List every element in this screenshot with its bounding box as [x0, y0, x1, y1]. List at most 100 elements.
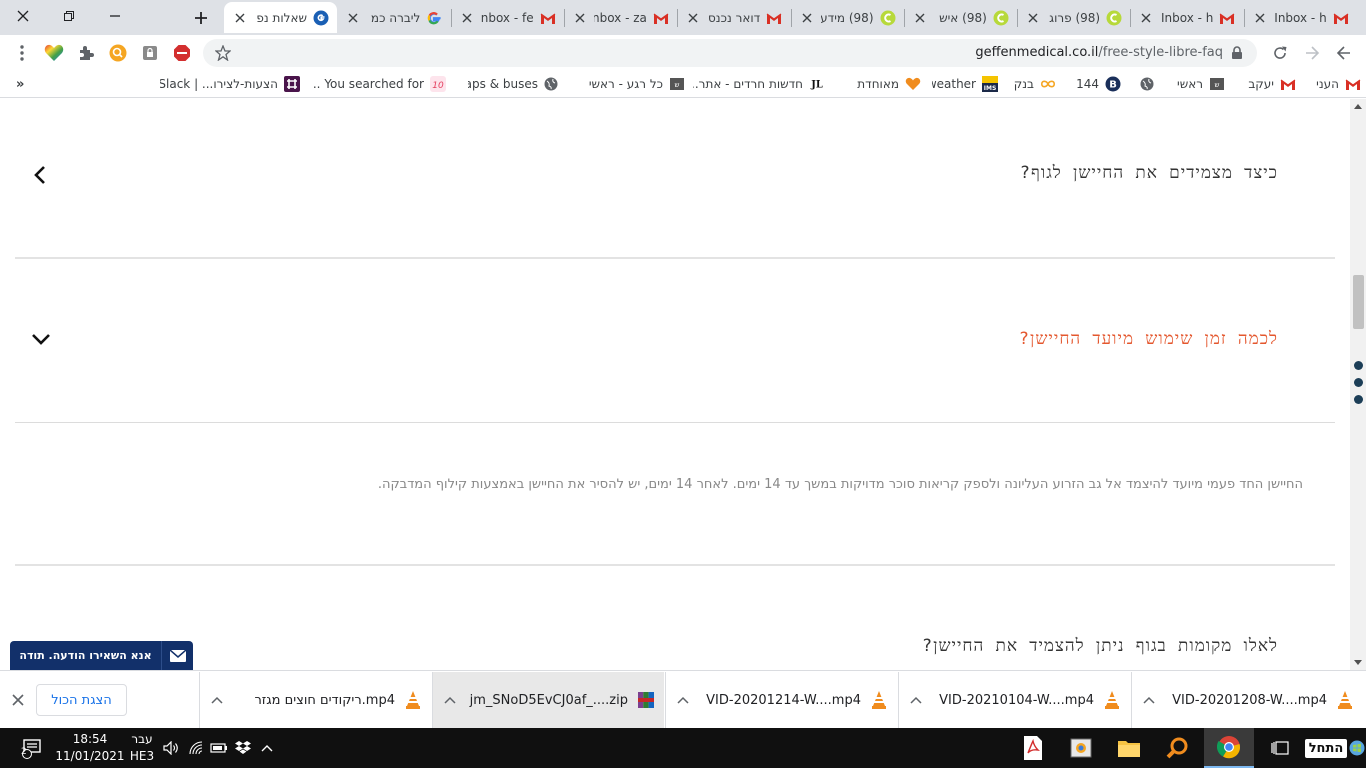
bookmark-label: חדשות חרדים - אתר... — [693, 77, 803, 91]
wifi-icon[interactable] — [185, 728, 207, 768]
browser-tab[interactable]: (98) פרוג — [1017, 2, 1130, 33]
tab-close-button[interactable] — [799, 10, 815, 26]
tab-close-button[interactable] — [459, 10, 475, 26]
start-button[interactable]: התחל — [1304, 728, 1366, 768]
browser-tab[interactable]: Inbox - h — [1130, 2, 1243, 33]
bookmark-label: בנק — [1013, 77, 1034, 91]
bookmark-item[interactable]: IMS weather — [932, 75, 998, 93]
bookmark-item[interactable]: בנק — [1012, 75, 1056, 93]
section-dot[interactable] — [1354, 395, 1363, 404]
faq-question-duration[interactable]: לכמה זמן שימוש מיועד החיישן? — [1019, 329, 1278, 349]
bookmark-item[interactable]: JL חדשות חרדים - אתר... — [693, 75, 825, 93]
tab-close-button[interactable] — [1252, 10, 1268, 26]
faq-question-locations[interactable]: לאלו מקומות בגוף ניתן להצמיד את החיישן? — [922, 636, 1278, 656]
bookmark-label: 144 — [1076, 77, 1099, 91]
tab-close-button[interactable] — [232, 10, 248, 26]
faq-question-attach[interactable]: כיצד מצמידים את החיישן לגוף? — [1020, 163, 1278, 183]
lock-extension-icon[interactable] — [140, 43, 160, 63]
task-view-icon[interactable] — [1260, 728, 1300, 768]
chevron-up-icon[interactable] — [443, 693, 457, 707]
tab-close-button[interactable] — [345, 10, 361, 26]
chevron-up-icon[interactable] — [676, 693, 690, 707]
bookmark-item[interactable]: העני — [1305, 75, 1361, 93]
bookmark-item[interactable]: יעקב — [1244, 75, 1296, 93]
chevron-down-icon[interactable] — [30, 328, 52, 350]
new-tab-button[interactable] — [188, 6, 214, 30]
tab-close-button[interactable] — [1138, 10, 1154, 26]
rainbow-heart-extension-icon[interactable] — [44, 43, 64, 63]
show-all-downloads-button[interactable]: הצגת הכול — [36, 684, 127, 716]
window-minimize-button[interactable] — [92, 0, 138, 32]
browser-tab[interactable]: Inbox - h — [1244, 2, 1357, 33]
tab-close-button[interactable] — [912, 10, 928, 26]
browser-tab[interactable]: שאלות נפ — [224, 2, 337, 33]
notification-center-button[interactable]: 2 — [14, 728, 50, 768]
bookmark-star-icon[interactable] — [213, 43, 233, 63]
bookmark-item[interactable]: ש כל רגע - ראשי — [585, 75, 685, 93]
bookmark-item[interactable]: B 144 — [1075, 75, 1121, 93]
section-dot[interactable] — [1354, 361, 1363, 370]
bookmark-item[interactable]: maps & buses — [468, 75, 558, 93]
bookmark-label: maps & buses — [468, 77, 538, 91]
chevron-up-icon[interactable] — [909, 693, 923, 707]
browser-tab[interactable]: Inbox - fe — [451, 2, 564, 33]
vlc-icon — [871, 691, 887, 709]
adblock-extension-icon[interactable] — [172, 43, 192, 63]
download-item[interactable]: VID-20210104-W....mp4 — [898, 672, 1130, 728]
download-filename: VID-20210104-W....mp4 — [939, 692, 1094, 708]
chevron-left-icon[interactable] — [30, 164, 52, 186]
close-icon — [348, 13, 358, 22]
download-item[interactable]: VID-20201208-W....mp4 — [1131, 672, 1363, 728]
window-close-button[interactable] — [0, 0, 46, 32]
browser-tab[interactable]: דואר נכנס — [677, 2, 790, 33]
battery-icon[interactable] — [208, 728, 230, 768]
section-dot[interactable] — [1354, 378, 1363, 387]
scroll-thumb[interactable] — [1353, 275, 1364, 329]
padlock-icon[interactable] — [1227, 43, 1247, 63]
dropbox-icon[interactable] — [232, 728, 254, 768]
file-explorer-icon[interactable] — [1108, 728, 1150, 768]
acrobat-icon[interactable] — [1012, 728, 1054, 768]
browser-tab[interactable]: Inbox - za — [564, 2, 677, 33]
chevron-up-icon[interactable] — [1142, 693, 1156, 707]
more-bookmarks-button[interactable]: » — [16, 75, 24, 93]
menu-kebab-icon[interactable] — [12, 43, 32, 63]
address-bar[interactable]: geffenmedical.co.il/free-style-libre-faq — [203, 39, 1257, 67]
system-clock[interactable]: 18:54 11/01/2021 — [55, 731, 125, 765]
orange-search-extension-icon[interactable] — [108, 43, 128, 63]
chat-widget[interactable]: אנא השאירו הודעה. תודה — [10, 641, 193, 670]
forward-arrow-icon[interactable] — [1302, 43, 1322, 63]
download-item[interactable]: VID-20201214-W....mp4 — [665, 672, 897, 728]
browser-tab[interactable]: ליברה כמ — [337, 2, 450, 33]
close-download-shelf-button[interactable] — [10, 692, 26, 708]
search-magnifier-icon[interactable] — [1156, 728, 1198, 768]
tab-separator — [903, 9, 905, 27]
browser-tab[interactable]: (98) מידע — [791, 2, 904, 33]
volume-icon[interactable] — [160, 728, 182, 768]
photos-app-icon[interactable] — [1060, 728, 1102, 768]
download-item[interactable]: ריקודים חוצים מגזר.mp4 — [199, 672, 431, 728]
bookmark-item[interactable]: ש ראשי — [1173, 75, 1225, 93]
scroll-up-arrow[interactable] — [1354, 104, 1362, 109]
bookmark-label: הצעות-לצירו... | Slack — [160, 77, 278, 91]
bookmark-item[interactable]: הצעות-לצירו... | Slack — [160, 75, 300, 93]
bookmark-item[interactable]: 10 You searched for ...ל — [312, 75, 446, 93]
browser-tab[interactable]: (98) איש — [904, 2, 1017, 33]
reload-icon[interactable] — [1270, 43, 1290, 63]
browser-toolbar: geffenmedical.co.il/free-style-libre-faq — [0, 35, 1366, 70]
chevron-up-icon[interactable] — [210, 693, 224, 707]
tab-close-button[interactable] — [1025, 10, 1041, 26]
bookmark-label: כל רגע - ראשי — [588, 77, 663, 91]
extensions-puzzle-icon[interactable] — [76, 43, 96, 63]
language-indicator[interactable]: עבר HE3 — [128, 731, 156, 765]
tab-close-button[interactable] — [685, 10, 701, 26]
scroll-down-arrow[interactable] — [1354, 660, 1362, 665]
tab-close-button[interactable] — [572, 10, 588, 26]
download-item[interactable]: jm_SNoD5EvCJ0af_....zip — [432, 672, 664, 728]
back-arrow-icon[interactable] — [1334, 43, 1354, 63]
chevron-up-icon[interactable] — [256, 728, 278, 768]
window-restore-button[interactable] — [46, 0, 92, 32]
bookmark-item[interactable] — [1138, 75, 1154, 93]
bookmark-item[interactable]: מאוחדת — [853, 75, 921, 93]
chrome-taskbar-icon[interactable] — [1204, 728, 1254, 768]
